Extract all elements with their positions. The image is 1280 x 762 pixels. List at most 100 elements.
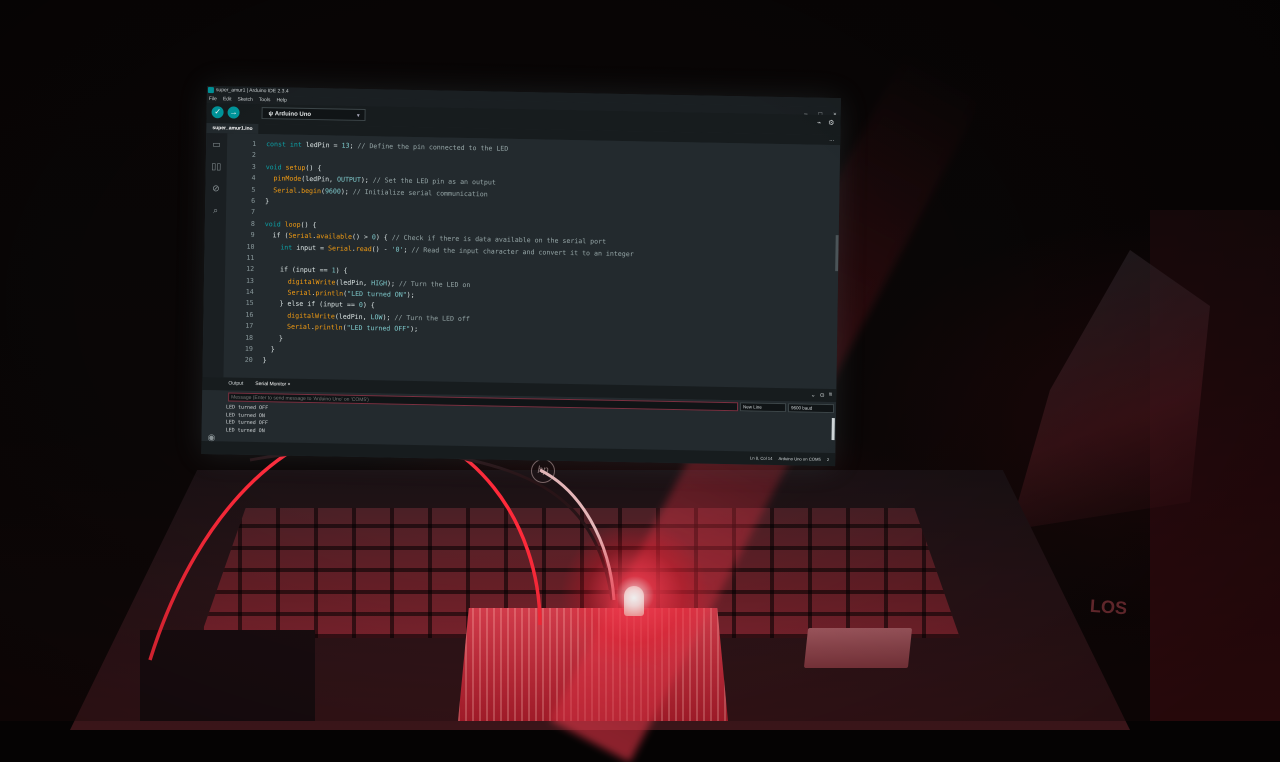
code-token: Serial [273, 185, 298, 195]
notifications-count[interactable]: 2 [827, 453, 830, 466]
editor-area: ▭ ▯▯ ⊘ ⌕ 1 const int ledPin = 13; // Defi… [202, 132, 841, 390]
line-number: 2 [251, 151, 256, 160]
menu-help[interactable]: Help [276, 96, 286, 104]
code-token: Serial [327, 243, 352, 253]
code-token: ) { [362, 301, 375, 310]
cursor-position: Ln 8, Col 14 [749, 455, 773, 461]
line-ending-select[interactable]: New Line [739, 402, 787, 413]
line-number: 4 [251, 174, 256, 183]
usb-icon: ψ [268, 111, 274, 118]
code-editor[interactable]: 1 const int ledPin = 13; // Define the pi… [227, 138, 834, 377]
code-token: (ledPin, [301, 174, 338, 184]
line-number: 18 [245, 333, 254, 342]
code-token: } else if (input == [263, 299, 359, 310]
code-token: ) { [375, 233, 392, 242]
code-token: 9600 [324, 186, 341, 196]
dark-jumper-wire [249, 449, 614, 601]
red-led [624, 586, 644, 616]
line-number: 3 [251, 162, 256, 171]
serial-plotter-icon[interactable]: ⌁ [817, 119, 821, 127]
tab-serial-monitor[interactable]: Serial Monitor × [255, 378, 290, 392]
tab-output[interactable]: Output [228, 377, 243, 390]
code-token: // Define the pin connected to the LED [357, 141, 509, 153]
code-token: const [266, 140, 290, 149]
line-number: 11 [246, 253, 255, 262]
line-number: 9 [250, 230, 255, 240]
timestamp-icon[interactable]: ⊙ [820, 392, 825, 399]
code-token: "LED turned ON" [347, 289, 407, 299]
serial-monitor-icon[interactable]: ⚙ [828, 119, 834, 127]
line-number: 7 [250, 208, 256, 217]
code-token: () > [351, 232, 372, 242]
code-token: Serial [287, 288, 312, 298]
line-number: 15 [245, 299, 254, 308]
boards-manager-icon[interactable]: ▯▯ [211, 161, 221, 171]
line-number: 17 [245, 322, 254, 331]
toolbar-right-icons: ⌁ ⚙ [817, 119, 835, 127]
window-title: super_amur1 | Arduino IDE 2.3.4 [215, 87, 289, 95]
editor-scrollbar[interactable] [835, 235, 839, 272]
search-icon[interactable]: ⌕ [213, 205, 218, 215]
serial-scrollbar[interactable] [831, 418, 835, 441]
code-token: digitalWrite [287, 311, 335, 321]
code-token: "LED turned OFF" [346, 323, 411, 334]
code-token: void [264, 219, 285, 229]
code-token: input = [296, 243, 329, 252]
code-token: (ledPin, [334, 312, 371, 322]
line-number: 16 [245, 310, 254, 319]
code-token: // Turn the LED off [394, 313, 470, 323]
menu-sketch[interactable]: Sketch [237, 96, 252, 104]
clear-output-icon[interactable]: ≡ [829, 392, 833, 399]
code-token: ); [386, 279, 400, 288]
board-port-status[interactable]: Arduino Uno on COM5 [778, 452, 821, 466]
code-token: available [316, 232, 353, 241]
code-token: '0' [391, 245, 404, 254]
code-token: ) { [335, 266, 348, 276]
code-token: Serial [286, 322, 311, 332]
code-token: void [265, 162, 286, 172]
code-token: if ( [264, 231, 289, 240]
board-name: Arduino Uno [274, 111, 312, 119]
code-token: println [315, 289, 344, 298]
code-token: ); [340, 187, 353, 196]
code-token: OUTPUT [336, 175, 361, 185]
verify-button[interactable]: ✓ [211, 106, 224, 119]
code-token: setup [285, 163, 306, 172]
line-number: 14 [245, 287, 254, 297]
more-options-icon[interactable]: ... [829, 135, 834, 145]
code-token: ; [403, 245, 412, 254]
line-number: 19 [244, 344, 253, 353]
code-token: ); [360, 176, 373, 185]
code-token: // Turn the LED on [398, 279, 471, 289]
code-token: println [314, 323, 343, 332]
menu-file[interactable]: File [209, 95, 217, 103]
code-token: pinMode [273, 174, 302, 183]
red-jumper-wire [148, 423, 542, 661]
code-token: HIGH [371, 278, 388, 288]
close-tab-icon[interactable]: × [288, 382, 291, 388]
autoscroll-icon[interactable]: ⌄ [811, 392, 816, 399]
upload-button[interactable]: → [227, 106, 240, 119]
menu-edit[interactable]: Edit [223, 95, 232, 103]
code-token: () { [300, 220, 317, 229]
code-token: } [262, 345, 275, 354]
code-token: ); [406, 290, 415, 300]
board-selector[interactable]: ψ Arduino Uno ▾ [261, 107, 366, 122]
line-number: 12 [246, 265, 255, 274]
menu-tools[interactable]: Tools [259, 96, 271, 104]
debug-icon[interactable]: ⊘ [212, 183, 220, 193]
baud-rate-select[interactable]: 9600 baud [787, 403, 835, 414]
sketchbook-icon[interactable]: ▭ [212, 139, 221, 149]
laptop-screen: super_amur1 | Arduino IDE 2.3.4 File Edi… [201, 86, 841, 467]
line-number: 8 [250, 219, 255, 228]
code-token: ); [410, 325, 419, 334]
line-number: 10 [246, 242, 255, 251]
code-token: digitalWrite [287, 277, 336, 287]
code-token: Serial [288, 231, 313, 241]
code-token: } [265, 197, 270, 206]
